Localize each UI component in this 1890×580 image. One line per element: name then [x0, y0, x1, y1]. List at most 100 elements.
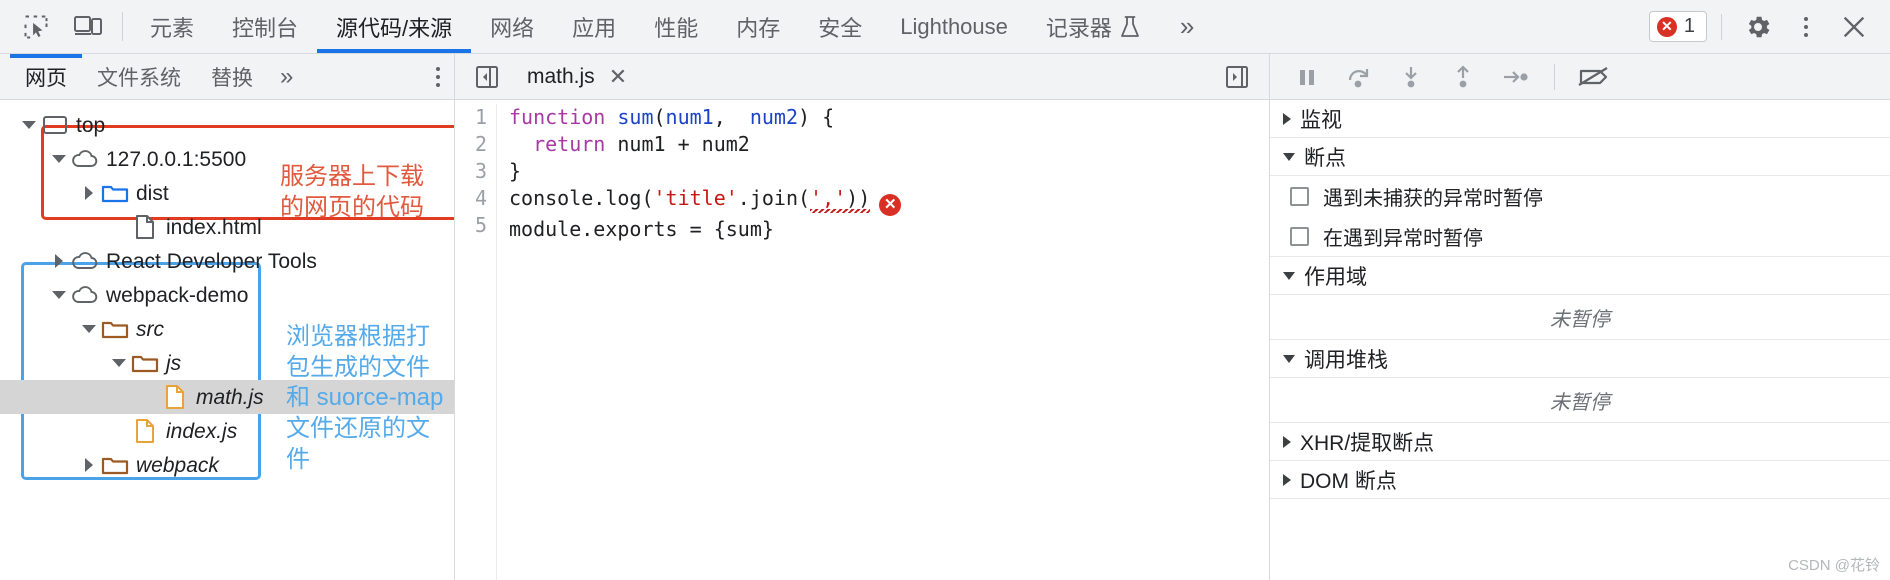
editor-tab-math-js[interactable]: math.js ✕ [509, 54, 639, 99]
gear-icon[interactable] [1736, 5, 1780, 49]
line-numbers: 1 2 3 4 5 [474, 105, 487, 237]
tree-row-label: dist [136, 181, 169, 205]
step-out-icon[interactable] [1440, 58, 1486, 96]
close-icon[interactable]: ✕ [609, 65, 627, 88]
sources-panel: 网页 文件系统 替换 » top 127.0.0.1:5500 dist ind… [0, 54, 1890, 580]
tab-console[interactable]: 控制台 [213, 0, 317, 53]
subtab-page[interactable]: 网页 [10, 54, 82, 99]
chevron-down-icon[interactable] [48, 291, 70, 299]
tab-label: 安全 [818, 15, 863, 41]
annotation-text-server-code: 服务器上下载 的网页的代码 [280, 163, 424, 221]
error-circle-icon[interactable]: ✕ [879, 193, 902, 216]
chevron-down-icon [1283, 355, 1295, 363]
section-watch[interactable]: 监视 [1270, 100, 1890, 138]
navigator-overflow-button[interactable]: » [268, 54, 303, 99]
section-title: XHR/提取断点 [1300, 431, 1435, 455]
tab-memory[interactable]: 内存 [717, 0, 799, 53]
tab-label: 源代码/来源 [336, 15, 453, 41]
pause-icon[interactable] [1284, 58, 1330, 96]
tab-security[interactable]: 安全 [799, 0, 881, 53]
chevron-down-icon[interactable] [78, 325, 100, 333]
chevron-down-icon [1283, 153, 1295, 161]
step-icon[interactable] [1492, 58, 1538, 96]
checkbox[interactable] [1290, 226, 1309, 246]
line-number-gutter: 1 2 3 4 5 [455, 104, 497, 580]
pause-on-exceptions-row[interactable]: 在遇到异常时暂停 [1270, 216, 1890, 256]
step-into-icon[interactable] [1388, 58, 1434, 96]
tree-row-label: js [166, 351, 182, 375]
pause-on-uncaught-exceptions-row[interactable]: 遇到未捕获的异常时暂停 [1270, 176, 1890, 216]
section-title: DOM 断点 [1300, 469, 1397, 493]
tab-label: Lighthouse [900, 13, 1008, 39]
toolbar-divider [122, 12, 123, 41]
inspect-cursor-icon[interactable] [10, 0, 62, 53]
annotation-text-sourcemap: 浏览器根据打 包生成的文件 和 suorce-map 文件还原的文 件 [286, 323, 444, 473]
section-dom-breakpoints[interactable]: DOM 断点 [1270, 461, 1890, 499]
chevron-right-icon[interactable] [48, 254, 70, 268]
tree-row-top[interactable]: top [0, 108, 454, 142]
devtools-window: 元素 控制台 源代码/来源 网络 应用 性能 内存 安全 Lighthouse … [0, 0, 1890, 580]
flask-icon [1119, 15, 1141, 39]
tab-application[interactable]: 应用 [553, 0, 635, 53]
file-orange-icon [130, 418, 160, 444]
folder-brown-icon [130, 352, 160, 374]
panel-overflow-button[interactable]: » [1160, 0, 1212, 53]
tab-label: 应用 [572, 15, 617, 41]
section-call-stack[interactable]: 调用堆栈 [1270, 340, 1890, 378]
tab-elements[interactable]: 元素 [131, 0, 213, 53]
cloud-icon [70, 285, 100, 305]
folder-brown-icon [100, 454, 130, 476]
section-xhr-breakpoints[interactable]: XHR/提取断点 [1270, 423, 1890, 461]
tab-label: 控制台 [232, 15, 299, 41]
section-scope[interactable]: 作用域 [1270, 257, 1890, 295]
tab-label: 元素 [150, 15, 195, 41]
step-over-icon[interactable] [1336, 58, 1382, 96]
tab-lighthouse[interactable]: Lighthouse [881, 0, 1027, 53]
call-stack-empty-text: 未暂停 [1550, 391, 1610, 414]
chevron-down-icon [1283, 272, 1295, 280]
folder-blue-icon [100, 182, 130, 204]
tree-row-webpack-demo[interactable]: webpack-demo [0, 278, 454, 312]
chevron-down-icon[interactable] [108, 359, 130, 367]
tab-recorder[interactable]: 记录器 [1027, 0, 1160, 53]
chevron-down-icon[interactable] [18, 121, 40, 129]
kebab-menu-icon[interactable] [1784, 5, 1828, 49]
chevron-right-icon[interactable] [78, 458, 100, 472]
tab-network[interactable]: 网络 [471, 0, 553, 53]
error-count-badge[interactable]: ✕ 1 [1648, 11, 1707, 42]
tree-row-label: 127.0.0.1:5500 [106, 147, 247, 171]
tree-row-react-devtools[interactable]: React Developer Tools [0, 244, 454, 278]
toolbar-divider [1554, 63, 1555, 90]
tab-performance[interactable]: 性能 [635, 0, 717, 53]
checkbox[interactable] [1290, 186, 1309, 206]
close-icon[interactable] [1832, 5, 1876, 49]
chevron-down-icon[interactable] [48, 155, 70, 163]
tree-row-label: webpack-demo [106, 283, 249, 307]
editor-tab-bar: math.js ✕ [455, 54, 1269, 100]
chevron-right-icon [1283, 474, 1291, 486]
show-navigator-panel-icon[interactable] [465, 64, 509, 90]
tree-row-label: src [136, 317, 164, 341]
editor-tabbar-right [1215, 64, 1259, 90]
editor-pane: math.js ✕ 1 2 3 4 5 function sum(num1, n… [455, 54, 1270, 580]
code-editor[interactable]: 1 2 3 4 5 function sum(num1, num2) { ret… [455, 100, 1269, 580]
call-stack-body: 未暂停 [1270, 378, 1890, 423]
navigator-more-button[interactable] [436, 54, 454, 99]
subtab-filesystem[interactable]: 文件系统 [82, 54, 196, 99]
checkbox-label: 遇到未捕获的异常时暂停 [1323, 187, 1543, 210]
tab-label: 性能 [654, 15, 699, 41]
deactivate-breakpoints-icon[interactable] [1571, 58, 1617, 96]
device-toolbar-icon[interactable] [62, 0, 114, 53]
subtab-label: 替换 [211, 66, 253, 90]
navigator-subtab-list: 网页 文件系统 替换 » [0, 54, 454, 100]
tab-label: 网络 [490, 15, 535, 41]
tab-sources[interactable]: 源代码/来源 [317, 0, 472, 53]
code-content[interactable]: function sum(num1, num2) { return num1 +… [497, 104, 1269, 580]
section-breakpoints[interactable]: 断点 [1270, 138, 1890, 176]
cloud-icon [70, 251, 100, 271]
show-debugger-panel-icon[interactable] [1215, 64, 1259, 90]
editor-tab-label: math.js [527, 64, 595, 88]
chevron-right-icon[interactable] [78, 186, 100, 200]
subtab-overrides[interactable]: 替换 [196, 54, 268, 99]
tab-label: 记录器 [1045, 15, 1112, 41]
